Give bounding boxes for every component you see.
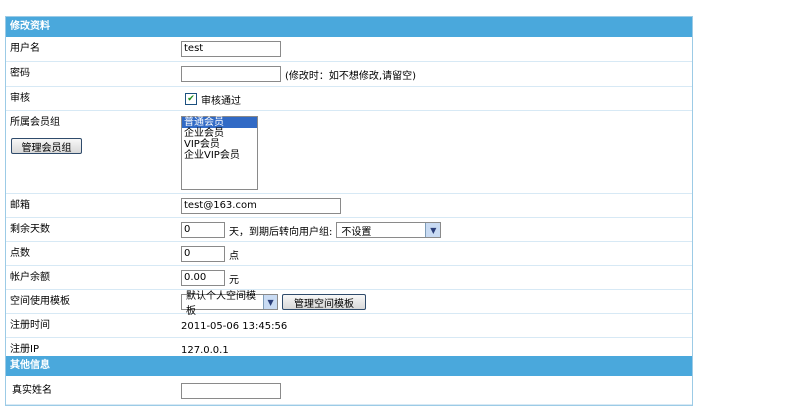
checkmark-icon: ✔: [187, 94, 195, 104]
username-field-wrap: test: [181, 37, 281, 61]
row-username: 用户名 test: [6, 37, 692, 62]
manage-member-group-label: 管理会员组: [21, 142, 72, 154]
row-real-name: 真实姓名: [6, 379, 692, 405]
row-template: 空间使用模板 默认个人空间模板 ▼ 管理空间模板: [6, 290, 692, 317]
reg-time-field-wrap: 2011-05-06 13:45:56: [181, 314, 287, 338]
expire-group-select-value: 不设置: [341, 226, 372, 238]
listbox-option[interactable]: VIP会员: [182, 139, 257, 150]
days-label: 剩余天数: [10, 224, 50, 235]
section-title-other: 其他信息: [10, 360, 50, 371]
member-group-listbox[interactable]: 普通会员 企业会员 VIP会员 企业VIP会员: [181, 116, 258, 190]
reg-time-label: 注册时间: [10, 320, 50, 331]
balance-label: 帐户余额: [10, 272, 50, 283]
audit-checkbox-label: 审核通过: [201, 95, 241, 107]
row-audit: 审核 ✔ 审核通过: [6, 87, 692, 111]
points-field-wrap: 0 点: [181, 242, 239, 266]
balance-unit: 元: [229, 274, 239, 286]
chevron-down-icon: ▼: [263, 295, 277, 309]
password-field-wrap: (修改时：如不想修改,请留空): [181, 62, 416, 86]
manage-member-group-button[interactable]: 管理会员组: [11, 138, 82, 154]
section-header-edit: 修改资料: [6, 17, 692, 37]
username-label: 用户名: [10, 43, 40, 54]
audit-field-wrap: ✔ 审核通过: [185, 87, 241, 111]
points-unit: 点: [229, 250, 239, 262]
listbox-option[interactable]: 企业会员: [182, 128, 257, 139]
real-name-label: 真实姓名: [12, 385, 52, 396]
username-input[interactable]: test: [181, 41, 281, 57]
space-template-select[interactable]: 默认个人空间模板 ▼: [181, 291, 278, 317]
password-input[interactable]: [181, 66, 281, 82]
space-template-select-value: 默认个人空间模板: [186, 291, 256, 317]
real-name-field-wrap: [181, 379, 281, 403]
section-title-edit: 修改资料: [10, 21, 50, 32]
row-points: 点数 0 点: [6, 242, 692, 266]
password-hint: (修改时：如不想修改,请留空): [285, 70, 416, 82]
email-input[interactable]: test@163.com: [181, 198, 341, 214]
audit-checkbox[interactable]: ✔: [185, 93, 197, 105]
reg-ip-value: 127.0.0.1: [181, 344, 229, 356]
expire-group-select[interactable]: 不设置 ▼: [336, 222, 442, 238]
row-reg-time: 注册时间 2011-05-06 13:45:56: [6, 314, 692, 338]
row-balance: 帐户余额 0.00 元: [6, 266, 692, 290]
points-input[interactable]: 0: [181, 246, 225, 262]
member-group-label: 所属会员组: [10, 117, 60, 128]
template-field-wrap: 默认个人空间模板 ▼ 管理空间模板: [181, 290, 366, 317]
points-label: 点数: [10, 248, 30, 259]
email-field-wrap: test@163.com: [181, 194, 341, 218]
days-after-text: 天，到期后转向用户组:: [229, 226, 333, 238]
manage-space-template-label: 管理空间模板: [294, 298, 354, 310]
reg-time-value: 2011-05-06 13:45:56: [181, 320, 288, 332]
template-label: 空间使用模板: [10, 296, 70, 307]
row-days: 剩余天数 0 天，到期后转向用户组: 不设置 ▼: [6, 218, 692, 242]
edit-profile-panel: 修改资料 用户名 test 密码 (修改时：如不想修改,请留空) 审核 ✔ 审核…: [5, 16, 693, 406]
listbox-option[interactable]: 企业VIP会员: [182, 150, 257, 161]
row-member-group: 所属会员组 管理会员组 普通会员 企业会员 VIP会员 企业VIP会员: [6, 111, 692, 194]
password-label: 密码: [10, 68, 30, 79]
days-input[interactable]: 0: [181, 222, 225, 238]
balance-input[interactable]: 0.00: [181, 270, 225, 286]
days-field-wrap: 0 天，到期后转向用户组: 不设置 ▼: [181, 218, 442, 242]
row-password: 密码 (修改时：如不想修改,请留空): [6, 62, 692, 87]
section-header-other: 其他信息: [6, 356, 692, 376]
listbox-option[interactable]: 普通会员: [182, 117, 257, 128]
email-label: 邮箱: [10, 200, 30, 211]
audit-label: 审核: [10, 93, 30, 104]
chevron-down-icon: ▼: [425, 223, 441, 237]
row-email: 邮箱 test@163.com: [6, 194, 692, 218]
manage-space-template-button[interactable]: 管理空间模板: [282, 294, 366, 310]
real-name-input[interactable]: [181, 383, 281, 399]
